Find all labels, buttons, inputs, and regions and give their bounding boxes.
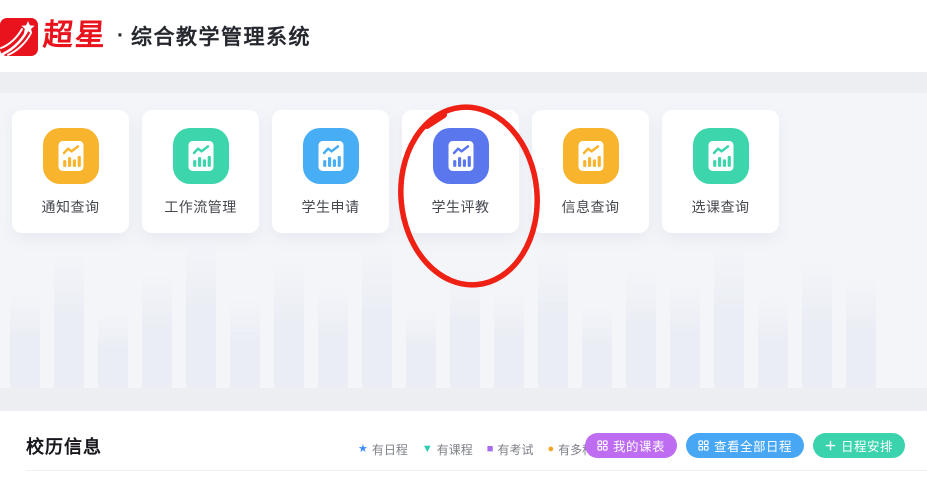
calendar-section: 校历信息 ★ 有日程 ▼ 有课程 ■ 有考试 ● 有多种事务 我的课表 bbox=[0, 411, 927, 482]
bar-chart-doc-icon bbox=[433, 128, 489, 184]
legend-item-exam: ■ 有考试 bbox=[487, 441, 534, 458]
background-band-top bbox=[0, 72, 927, 93]
app-card-course-selection-query[interactable]: 选课查询 bbox=[662, 110, 779, 233]
bar-chart-doc-icon bbox=[173, 128, 229, 184]
bar-chart-doc-icon bbox=[303, 128, 359, 184]
plus-icon bbox=[825, 440, 836, 451]
app-card-info-query[interactable]: 信息查询 bbox=[532, 110, 649, 233]
calendar-button-row: 我的课表 查看全部日程 日程安排 bbox=[585, 433, 905, 458]
page-title: 综合教学管理系统 bbox=[131, 21, 311, 51]
schedule-arrangement-button[interactable]: 日程安排 bbox=[813, 433, 905, 458]
app-card-label: 信息查询 bbox=[562, 197, 620, 217]
legend-label: 有考试 bbox=[497, 441, 533, 458]
bar-chart-doc-icon bbox=[693, 128, 749, 184]
view-all-schedule-button[interactable]: 查看全部日程 bbox=[686, 433, 804, 458]
legend-label: 有课程 bbox=[437, 441, 473, 458]
square-icon: ■ bbox=[487, 444, 494, 455]
page: 超星 · 综合教学管理系统 通知查询 bbox=[0, 0, 927, 482]
chaoxing-logo-icon bbox=[0, 18, 38, 56]
brand-separator: · bbox=[117, 24, 124, 48]
apps-panel: 通知查询 工作流管理 学生申请 学生评教 bbox=[0, 93, 927, 388]
bar-chart-doc-icon bbox=[563, 128, 619, 184]
app-card-label: 选课查询 bbox=[692, 197, 750, 217]
app-card-student-application[interactable]: 学生申请 bbox=[272, 110, 389, 233]
calendar-title: 校历信息 bbox=[26, 433, 102, 459]
app-card-label: 通知查询 bbox=[42, 197, 100, 217]
app-card-label: 学生评教 bbox=[432, 197, 490, 217]
button-label: 日程安排 bbox=[841, 436, 893, 455]
section-divider bbox=[26, 470, 927, 471]
legend-item-schedule: ★ 有日程 bbox=[358, 441, 408, 458]
background-skyline-pattern bbox=[10, 228, 927, 388]
app-header: 超星 · 综合教学管理系统 bbox=[0, 0, 927, 72]
grid-icon bbox=[597, 440, 608, 451]
bar-chart-doc-icon bbox=[43, 128, 99, 184]
legend-label: 有日程 bbox=[372, 441, 408, 458]
triangle-down-icon: ▼ bbox=[422, 444, 433, 455]
circle-icon: ● bbox=[547, 444, 554, 455]
button-label: 我的课表 bbox=[613, 436, 665, 455]
my-timetable-button[interactable]: 我的课表 bbox=[585, 433, 677, 458]
grid-icon bbox=[698, 440, 709, 451]
background-band-bottom bbox=[0, 388, 927, 411]
button-label: 查看全部日程 bbox=[714, 436, 792, 455]
brand-name: 超星 bbox=[42, 21, 108, 51]
star-icon: ★ bbox=[358, 444, 368, 455]
app-card-row: 通知查询 工作流管理 学生申请 学生评教 bbox=[12, 110, 779, 233]
app-card-label: 工作流管理 bbox=[164, 197, 237, 217]
app-card-label: 学生申请 bbox=[302, 197, 360, 217]
app-card-notification-query[interactable]: 通知查询 bbox=[12, 110, 129, 233]
calendar-legend: ★ 有日程 ▼ 有课程 ■ 有考试 ● 有多种事务 bbox=[358, 441, 618, 458]
legend-item-course: ▼ 有课程 bbox=[422, 441, 473, 458]
app-card-workflow-management[interactable]: 工作流管理 bbox=[142, 110, 259, 233]
app-card-student-evaluation[interactable]: 学生评教 bbox=[402, 110, 519, 233]
